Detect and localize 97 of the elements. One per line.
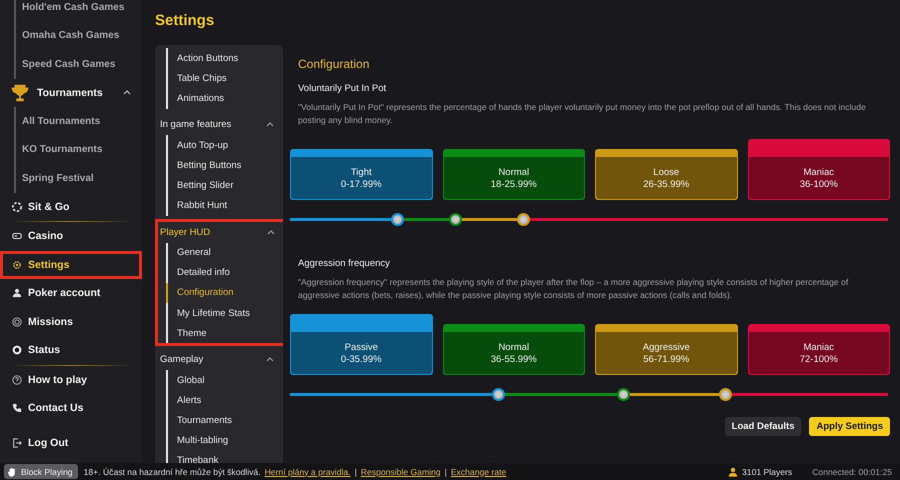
sidebar-item[interactable]: Poker account bbox=[0, 279, 142, 308]
subnav-item[interactable]: Tournaments bbox=[168, 410, 283, 431]
category-range: 0-35.99% bbox=[340, 354, 382, 364]
category-range: 36-55.99% bbox=[490, 354, 537, 364]
category-card[interactable]: Maniac 72-100% bbox=[748, 324, 890, 375]
footer-link[interactable]: Herní plány a pravidla. bbox=[264, 466, 351, 476]
slider-thumb[interactable] bbox=[492, 388, 506, 401]
setting-title: Voluntarily Put In Pot bbox=[298, 83, 388, 94]
logout-icon bbox=[12, 438, 22, 448]
category-card[interactable]: Tight 0-17.99% bbox=[290, 149, 432, 200]
category-range: 18-25.99% bbox=[490, 178, 537, 190]
sidebar-item[interactable]: Missions bbox=[0, 308, 142, 336]
subnav-group[interactable]: Player HUD bbox=[158, 222, 283, 242]
sidebar-item[interactable]: Tournaments bbox=[0, 78, 142, 107]
caret-icon bbox=[266, 357, 274, 362]
subnav-item[interactable]: General bbox=[168, 242, 283, 263]
sidebar-item[interactable]: Log Out bbox=[0, 428, 142, 457]
link-separator: | bbox=[354, 466, 357, 476]
subnav-item[interactable]: Animations bbox=[168, 88, 283, 109]
subnav-item[interactable]: Rabbit Hunt bbox=[168, 196, 283, 216]
sidebar-item[interactable]: Status bbox=[0, 336, 142, 364]
page-title: Settings bbox=[155, 12, 216, 31]
sidebar-item[interactable]: Sit & Go bbox=[0, 192, 142, 221]
block-playing-button[interactable]: Block Playing bbox=[4, 464, 78, 479]
person-icon bbox=[12, 288, 22, 298]
caret-icon bbox=[267, 230, 275, 235]
sidebar-subitem[interactable]: All Tournaments bbox=[16, 107, 142, 136]
subnav-item[interactable]: Action Buttons bbox=[168, 48, 283, 68]
sidebar-item[interactable]: Casino bbox=[0, 222, 142, 250]
section-title: Configuration bbox=[298, 57, 370, 73]
slider-thumb[interactable] bbox=[617, 388, 630, 401]
category-range: 56-71.99% bbox=[643, 354, 690, 364]
phone-icon bbox=[12, 403, 22, 414]
category-card[interactable]: Maniac 36-100% bbox=[748, 139, 890, 200]
settings-icon bbox=[12, 260, 22, 270]
person-icon bbox=[728, 466, 738, 476]
sidebar-item[interactable]: How to play bbox=[0, 366, 142, 394]
help-icon bbox=[12, 374, 22, 385]
category-name: Maniac bbox=[803, 342, 834, 352]
category-range: 26-35.99% bbox=[643, 178, 690, 190]
sidebar-subitem[interactable]: Omaha Cash Games bbox=[16, 22, 142, 50]
slider-thumb[interactable] bbox=[449, 213, 462, 226]
subnav-item[interactable]: Configuration bbox=[168, 282, 283, 304]
subnav-item[interactable]: Betting Slider bbox=[168, 176, 283, 196]
gambling-notice: 18+. Účast na hazardní hře může být škodlivá. bbox=[84, 466, 261, 476]
category-card[interactable]: Normal 18-25.99% bbox=[442, 149, 585, 200]
subnav-item[interactable]: Alerts bbox=[168, 390, 283, 410]
subnav-item[interactable]: Detailed info bbox=[168, 262, 283, 283]
category-name: Passive bbox=[344, 342, 378, 352]
sidebar-subitem[interactable]: Spring Festival bbox=[16, 164, 142, 192]
subnav-group[interactable]: In game features bbox=[155, 114, 283, 136]
sidebar-item[interactable]: Contact Us bbox=[0, 394, 142, 422]
caret-icon bbox=[266, 122, 274, 128]
caret-icon bbox=[123, 90, 131, 96]
slider-thumb[interactable] bbox=[391, 213, 404, 226]
category-range: 36-100% bbox=[800, 178, 838, 190]
sidebar-subitem[interactable]: Hold'em Cash Games bbox=[16, 0, 142, 22]
apply-button[interactable]: Apply Settings bbox=[809, 417, 890, 436]
subnav-item[interactable]: Theme bbox=[168, 323, 283, 344]
chip-icon bbox=[12, 202, 22, 212]
circle-icon bbox=[12, 345, 22, 356]
footer-link[interactable]: Exchange rate bbox=[450, 466, 506, 476]
target-icon bbox=[12, 316, 22, 327]
sidebar-subitem[interactable]: Speed Cash Games bbox=[16, 50, 142, 78]
category-name: Normal bbox=[498, 342, 530, 352]
defaults-button[interactable]: Load Defaults bbox=[724, 417, 802, 436]
setting-title: Aggression frequency bbox=[298, 258, 391, 269]
category-name: Normal bbox=[498, 166, 530, 178]
subnav-item[interactable]: Global bbox=[168, 370, 283, 390]
category-range: 0-17.99% bbox=[340, 178, 382, 190]
subnav-item[interactable]: Multi-tabling bbox=[168, 430, 283, 451]
sidebar-subitem[interactable]: KO Tournaments bbox=[16, 136, 142, 164]
footer-link[interactable]: Responsible Gaming bbox=[360, 466, 441, 476]
category-card[interactable]: Normal 36-55.99% bbox=[442, 324, 585, 375]
category-name: Aggressive bbox=[642, 342, 690, 352]
slider-thumb[interactable] bbox=[517, 213, 530, 226]
category-card[interactable]: Passive 0-35.99% bbox=[290, 314, 432, 375]
subnav-item[interactable]: Table Chips bbox=[168, 68, 283, 88]
category-card[interactable]: Loose 26-35.99% bbox=[595, 149, 738, 200]
subnav-item[interactable]: Betting Buttons bbox=[168, 155, 283, 176]
slider-thumb[interactable] bbox=[718, 388, 732, 401]
link-separator: | bbox=[444, 466, 447, 476]
subnav-item[interactable]: Auto Top-up bbox=[168, 135, 283, 156]
category-range: 72-100% bbox=[800, 354, 838, 364]
subnav-item[interactable]: My Lifetime Stats bbox=[168, 303, 283, 324]
subnav-group[interactable]: Gameplay bbox=[155, 349, 283, 370]
connection-status: Connected: 00:01:25 bbox=[812, 466, 892, 476]
hand-icon bbox=[7, 466, 17, 476]
sidebar-item[interactable]: Settings bbox=[0, 250, 142, 279]
card-icon bbox=[12, 231, 22, 242]
setting-description: "Voluntarily Put In Pot" represents the percentage of hands the player voluntarily put money into the pot preflop out of all hands. This does not include posting any blind money. bbox=[298, 101, 867, 127]
category-name: Tight bbox=[350, 166, 372, 178]
category-card[interactable]: Aggressive 56-71.99% bbox=[595, 324, 738, 375]
setting-description: "Aggression frequency" represents the playing style of the player after the flop – a more aggressive playing style consists of higher percentage of aggressive actions (bets, raises), while the passive playing style consists of more passive actions (calls and folds). bbox=[298, 276, 850, 302]
category-name: Maniac bbox=[803, 166, 834, 178]
player-count: 3101 Players bbox=[742, 466, 792, 476]
category-name: Loose bbox=[653, 166, 680, 178]
